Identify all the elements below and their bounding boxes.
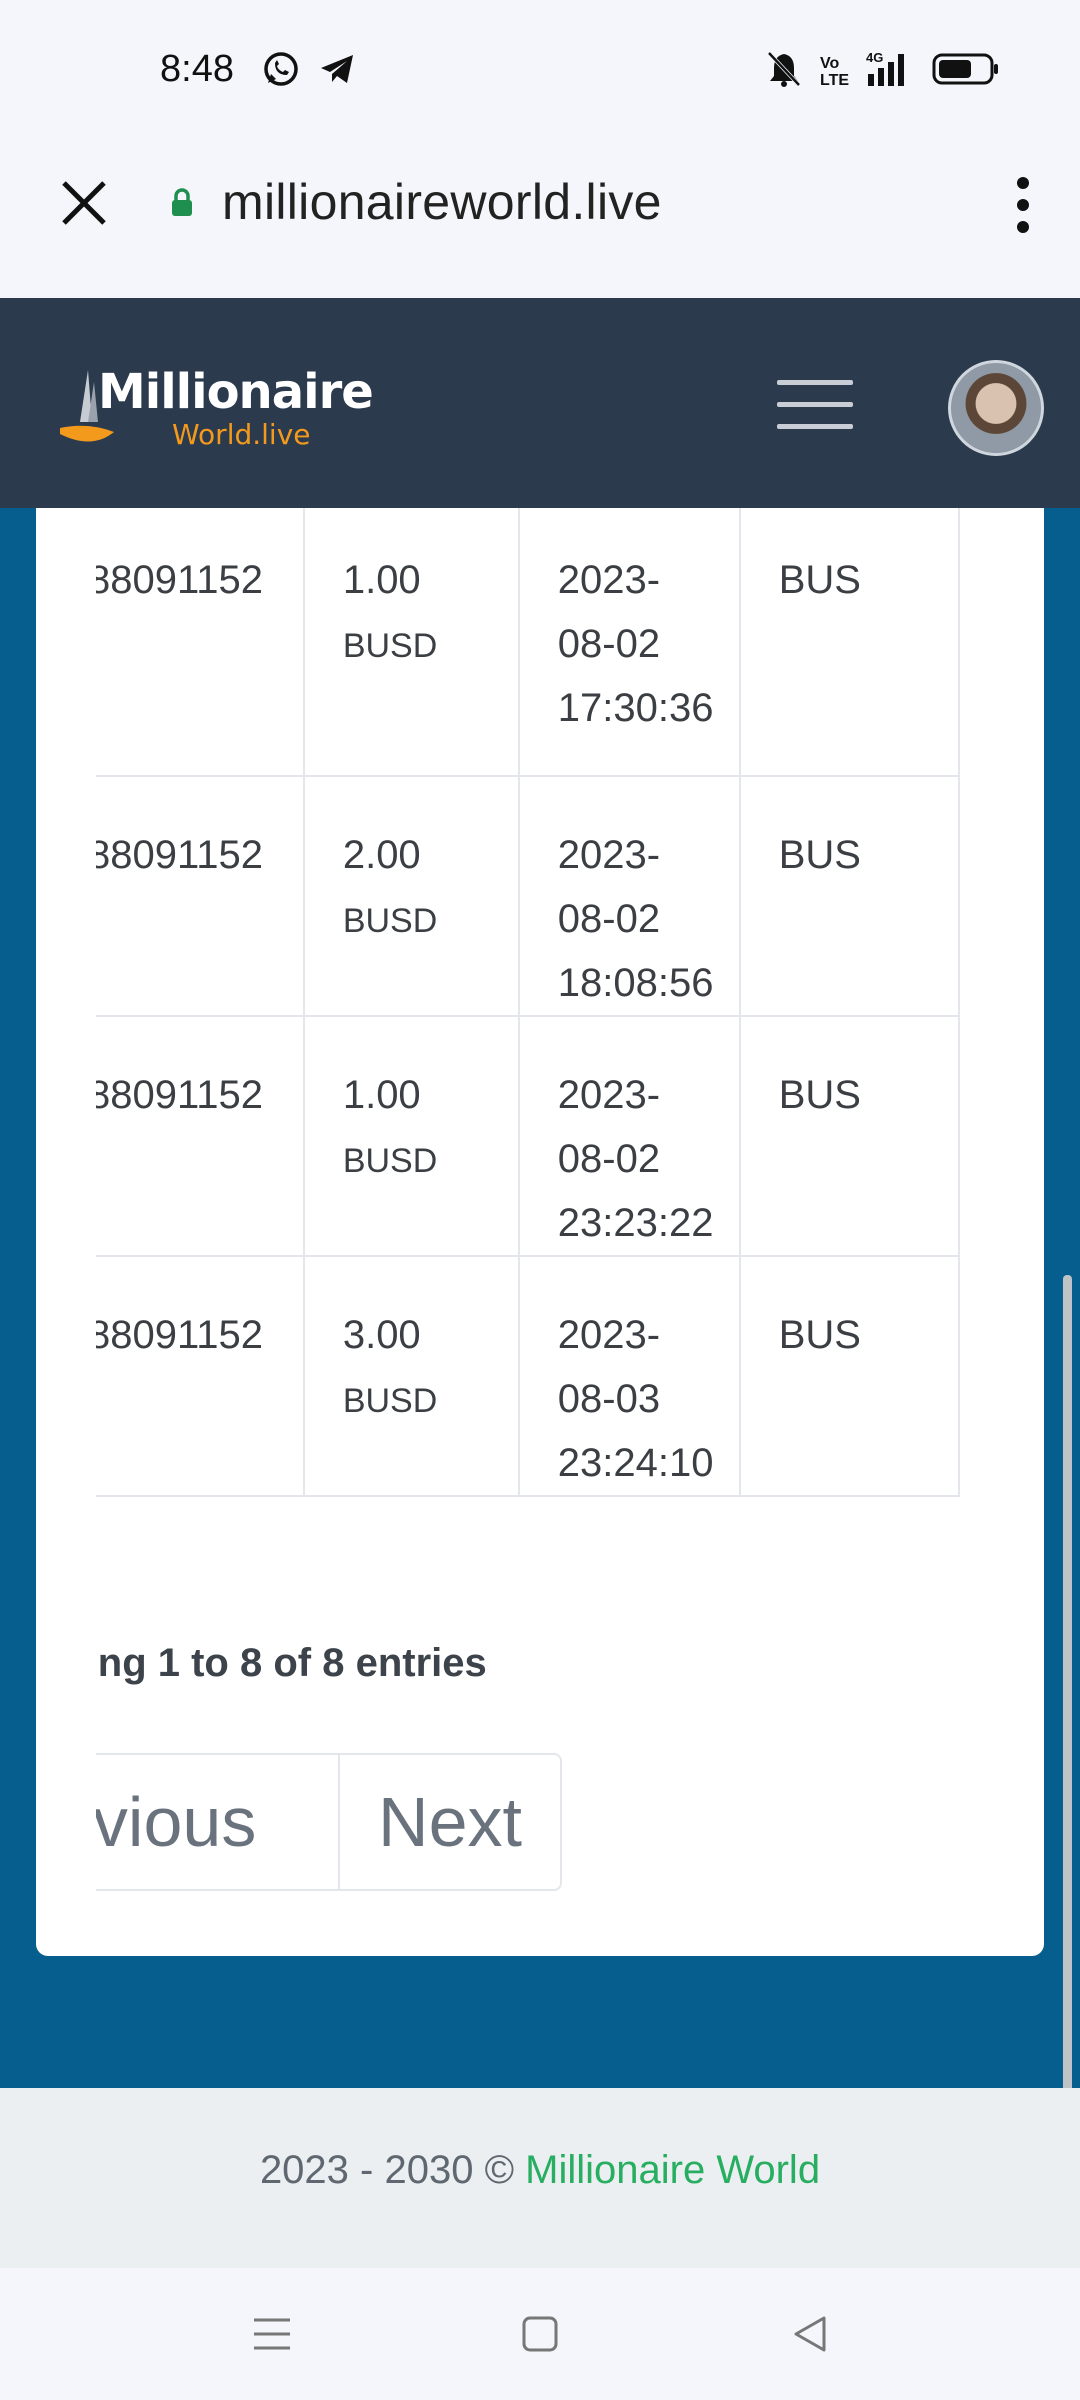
telegram-icon [318, 50, 356, 93]
cell-amount: 1.00 BUSD [302, 508, 520, 777]
cell-currency: BUS [738, 508, 961, 777]
mute-bell-icon [766, 50, 802, 93]
table-row: 88091152 2.00 BUSD 2023- 08-02 18:08:56 BUS [96, 775, 961, 1017]
cell-amount: 3.00 BUSD [302, 1255, 520, 1497]
table-row: 88091152 3.00 BUSD 2023- 08-03 23:24:10 BUS [96, 1255, 961, 1497]
cell-date: 2023- 08-02 17:30:36 [517, 508, 741, 777]
cell-currency: BUS [738, 1255, 961, 1497]
logo-title: Millionaire [98, 364, 374, 420]
4g-signal-icon: 4G [864, 50, 914, 93]
transactions-table: 88091152 1.00 BUSD 2023- 08-02 17:30:36 BUS 88… [96, 508, 961, 1497]
footer-copyright: 2023 - 2030 © [259, 2148, 526, 2192]
home-icon[interactable] [518, 2312, 562, 2356]
logo-subtitle: World.live [172, 418, 311, 451]
cell-amount: 2.00 BUSD [302, 775, 520, 1017]
site-footer: 2023 - 2030 © Millionaire World [0, 2088, 1080, 2268]
close-icon[interactable] [58, 177, 110, 229]
table-row: 88091152 1.00 BUSD 2023- 08-02 23:23:22 BUS [96, 1015, 961, 1257]
next-button[interactable]: Next [338, 1753, 562, 1891]
lock-icon[interactable] [171, 188, 193, 218]
battery-icon [932, 52, 1000, 91]
footer-link[interactable]: Millionaire World [525, 2148, 820, 2192]
whatsapp-icon [262, 50, 300, 93]
entries-info: Showing 1 to 8 of 8 entries [96, 1641, 487, 1685]
svg-text:4G: 4G [866, 50, 883, 65]
volte-icon: Vo LTE [820, 54, 850, 89]
cell-currency: BUS [738, 775, 961, 1017]
cell-currency: BUS [738, 1015, 961, 1257]
cell-id: 88091152 [96, 775, 305, 1017]
site-logo[interactable]: Millionaire World.live [60, 364, 374, 456]
cell-date: 2023- 08-02 18:08:56 [517, 775, 741, 1017]
browser-toolbar: millionaireworld.live [0, 135, 1080, 298]
table-row: 88091152 1.00 BUSD 2023- 08-02 17:30:36 BUS [96, 508, 961, 777]
system-nav-bar [0, 2268, 1080, 2400]
more-vert-icon[interactable] [1010, 175, 1036, 235]
cell-date: 2023- 08-02 23:23:22 [517, 1015, 741, 1257]
table-scroll-container[interactable]: 88091152 1.00 BUSD 2023- 08-02 17:30:36 BUS 88… [96, 508, 1020, 1584]
cell-id: 88091152 [96, 1255, 305, 1497]
recent-apps-icon[interactable] [250, 2312, 294, 2356]
site-header: Millionaire World.live [0, 298, 1080, 508]
hamburger-icon[interactable] [777, 380, 853, 430]
status-bar: 8:48 Vo LTE 4G [0, 0, 1080, 135]
previous-button[interactable]: Previous [96, 1753, 338, 1891]
transactions-card: 88091152 1.00 BUSD 2023- 08-02 17:30:36 BUS 88… [36, 508, 1044, 1956]
avatar[interactable] [948, 360, 1044, 456]
cell-amount: 1.00 BUSD [302, 1015, 520, 1257]
pagination: Previous Next [96, 1753, 604, 1895]
cell-date: 2023- 08-03 23:24:10 [517, 1255, 741, 1497]
cell-id: 88091152 [96, 508, 305, 777]
cell-id: 88091152 [96, 1015, 305, 1257]
back-icon[interactable] [788, 2312, 832, 2356]
url-text[interactable]: millionaireworld.live [222, 173, 662, 231]
status-time: 8:48 [160, 48, 234, 90]
